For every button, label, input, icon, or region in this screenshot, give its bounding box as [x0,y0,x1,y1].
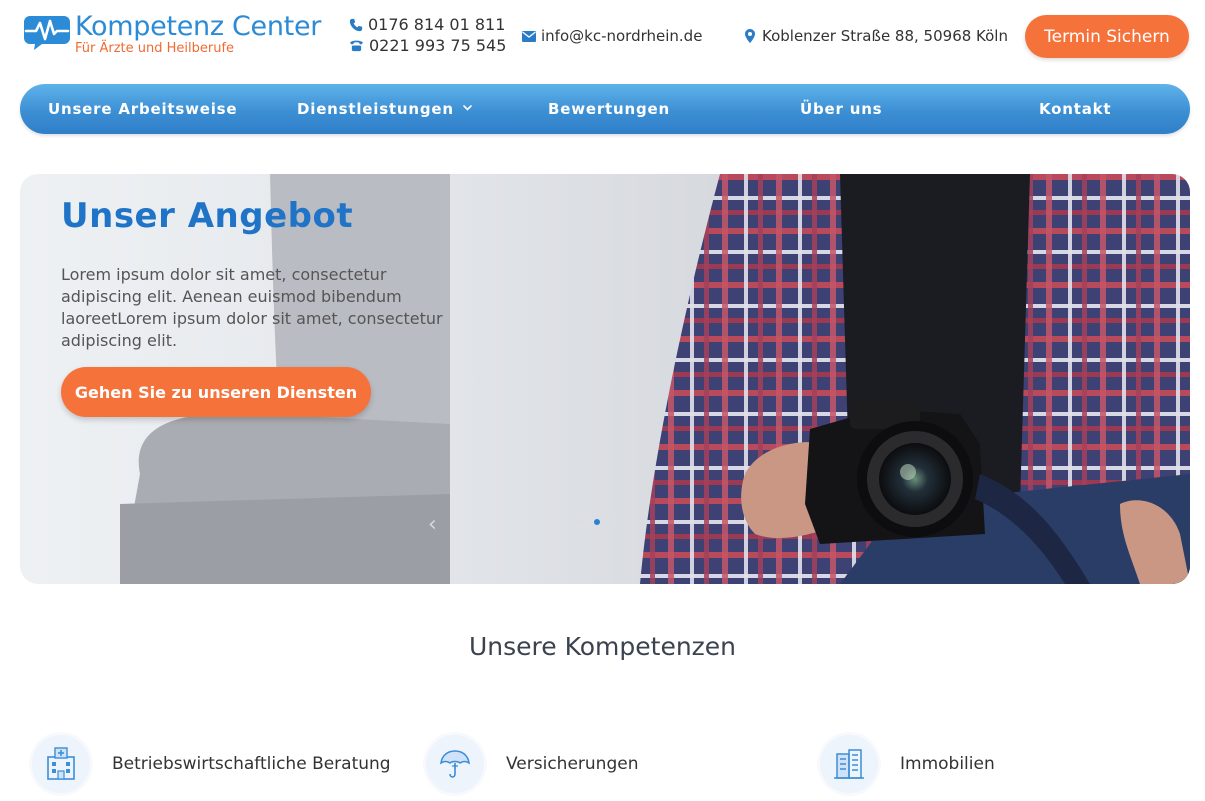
slider-prev-arrow-icon[interactable]: ‹ [428,512,437,537]
section-title: Unsere Kompetenzen [468,632,737,661]
slider-dot[interactable] [612,519,618,525]
services-button[interactable]: Gehen Sie zu unseren Diensten [61,367,371,417]
service-real-estate[interactable]: Immobilien [820,735,995,793]
heartbeat-chat-icon [24,16,70,50]
hero-slider: Unser Angebot Lorem ipsum dolor sit amet… [20,174,1190,584]
slider-dot[interactable] [576,519,582,525]
book-appointment-button[interactable]: Termin Sichern [1025,15,1189,58]
service-label: Versicherungen [506,754,639,774]
phone-mobile: 0176 814 01 811 [368,15,506,34]
nav-item-bewertungen[interactable]: Bewertungen [548,84,670,134]
map-pin-icon [745,29,755,43]
building-icon [834,749,864,779]
service-label: Betriebswirtschaftliche Beratung [112,754,391,774]
brand-tagline: Für Ärzte und Heilberufe [75,41,235,56]
chevron-down-icon[interactable] [462,102,473,113]
address-text: Koblenzer Straße 88, 50968 Köln [762,27,1008,45]
slider-dot-active[interactable] [594,519,600,525]
phone-landline: 0221 993 75 545 [369,36,507,55]
telephone-icon [350,40,363,52]
service-icon-circle [426,735,484,793]
slider-dots [576,519,648,525]
phone-mobile-row[interactable]: 0176 814 01 811 [349,14,506,35]
nav-item-arbeitsweise[interactable]: Unsere Arbeitsweise [48,84,237,134]
phone-numbers: 0176 814 01 811 0221 993 75 545 [349,14,506,56]
envelope-icon [522,30,536,42]
phone-landline-row[interactable]: 0221 993 75 545 [349,35,506,56]
main-navigation: Unsere Arbeitsweise Dienstleistungen Bew… [20,84,1190,134]
service-icon-circle [820,735,878,793]
service-icon-circle [32,735,90,793]
nav-item-dienstleistungen[interactable]: Dienstleistungen [297,84,454,134]
service-business-consulting[interactable]: Betriebswirtschaftliche Beratung [32,735,391,793]
service-insurance[interactable]: Versicherungen [426,735,638,793]
hospital-icon [47,747,75,780]
phone-icon [349,18,363,31]
umbrella-icon [440,750,470,778]
address-link[interactable]: Koblenzer Straße 88, 50968 Köln [745,27,1008,45]
hero-title: Unser Angebot [61,196,354,236]
email-address: info@kc-nordrhein.de [541,27,703,45]
site-logo[interactable]: Kompetenz Center Für Ärzte und Heilberuf… [22,12,321,56]
nav-item-kontakt[interactable]: Kontakt [1039,84,1111,134]
email-link[interactable]: info@kc-nordrhein.de [522,27,702,45]
brand-name: Kompetenz Center [75,11,322,42]
hero-text: Lorem ipsum dolor sit amet, consectetur … [61,265,443,350]
service-label: Immobilien [900,754,995,774]
nav-item-ueber-uns[interactable]: Über uns [800,84,882,134]
slider-dot[interactable] [630,519,636,525]
